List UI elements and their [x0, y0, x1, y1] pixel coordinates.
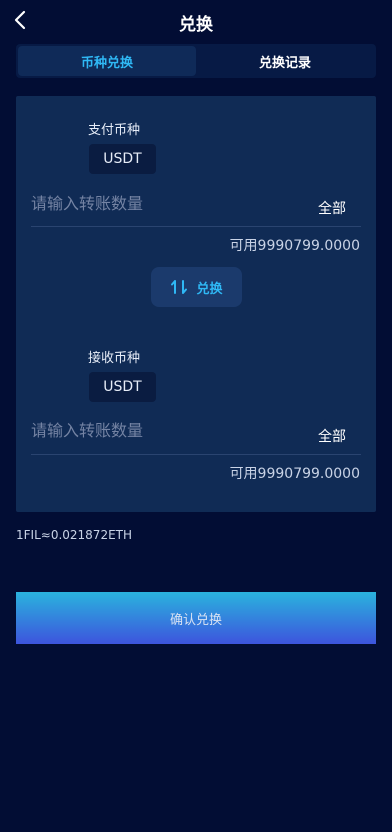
exchange-card: 支付币种 USDT 全部 可用9990799.0000 兑换 接收币种 USDT…: [16, 96, 376, 512]
receive-coin-select[interactable]: USDT: [89, 372, 156, 402]
receive-divider: [31, 454, 361, 455]
page-title: 兑换: [179, 15, 213, 35]
exchange-page: 兑换 币种兑换 兑换记录 支付币种 USDT 全部 可用9990799.0000…: [0, 0, 392, 832]
receive-available-balance: 可用9990799.0000: [229, 466, 360, 482]
pay-currency-label: 支付币种: [88, 123, 141, 138]
swap-arrows-icon: [171, 280, 188, 294]
confirm-exchange-label: 确认兑换: [169, 612, 222, 628]
pay-divider: [31, 226, 361, 227]
tab-exchange-records[interactable]: 兑换记录: [196, 46, 374, 76]
pay-all-button[interactable]: 全部: [318, 198, 346, 218]
receive-currency-label: 接收币种: [88, 351, 141, 366]
receive-amount-input[interactable]: [31, 416, 291, 444]
tab-bar: 币种兑换 兑换记录: [16, 44, 376, 78]
pay-amount-input[interactable]: [31, 189, 291, 217]
exchange-rate: 1FIL≈0.021872ETH: [16, 528, 133, 542]
pay-coin-select[interactable]: USDT: [89, 144, 156, 174]
tab-coin-exchange[interactable]: 币种兑换: [18, 46, 196, 76]
swap-label: 兑换: [196, 281, 223, 297]
confirm-exchange-button[interactable]: 确认兑换: [16, 592, 376, 644]
receive-all-button[interactable]: 全部: [318, 426, 346, 446]
pay-available-balance: 可用9990799.0000: [229, 238, 360, 254]
swap-button[interactable]: 兑换: [151, 267, 242, 307]
header: 兑换: [0, 0, 392, 42]
